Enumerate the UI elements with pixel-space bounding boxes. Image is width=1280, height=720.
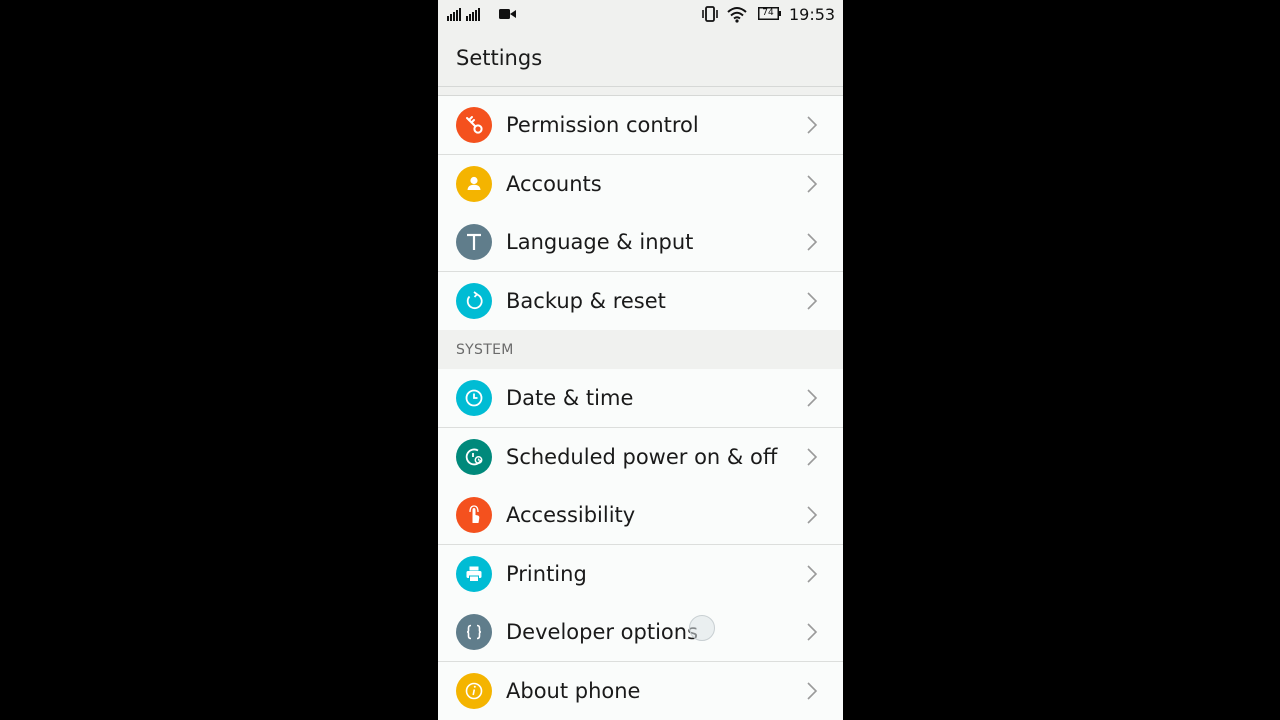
- settings-item-permission-control[interactable]: Permission control: [438, 96, 843, 155]
- status-bar: 74 19:53: [438, 0, 843, 30]
- settings-item-printing[interactable]: Printing: [438, 545, 843, 604]
- settings-item-label: Backup & reset: [506, 289, 666, 313]
- settings-item-developer-options[interactable]: Developer options: [438, 603, 843, 662]
- touch-indicator: [689, 615, 715, 641]
- chevron-right-icon: [807, 116, 818, 134]
- language-icon: [456, 224, 492, 260]
- phone-screen: 74 19:53 Settings Permission control Acc…: [438, 0, 843, 720]
- chevron-right-icon: [807, 175, 818, 193]
- status-time: 19:53: [789, 5, 836, 24]
- scroll-edge-divider: [438, 87, 843, 96]
- battery-icon: 74: [758, 7, 781, 20]
- settings-item-accounts[interactable]: Accounts: [438, 155, 843, 214]
- info-icon: [456, 673, 492, 709]
- scheduled-power-icon: [456, 439, 492, 475]
- video-record-icon: [499, 9, 516, 19]
- chevron-right-icon: [807, 682, 818, 700]
- chevron-right-icon: [807, 233, 818, 251]
- chevron-right-icon: [807, 448, 818, 466]
- settings-item-label: Permission control: [506, 113, 699, 137]
- settings-item-label: About phone: [506, 679, 641, 703]
- chevron-right-icon: [807, 565, 818, 583]
- settings-item-accessibility[interactable]: Accessibility: [438, 486, 843, 545]
- settings-item-label: Language & input: [506, 230, 694, 254]
- accessibility-icon: [456, 497, 492, 533]
- settings-item-label: Accessibility: [506, 503, 636, 527]
- settings-item-about-phone[interactable]: About phone: [438, 662, 843, 720]
- backup-icon: [456, 283, 492, 319]
- wifi-icon: [727, 7, 747, 23]
- developer-icon: [456, 614, 492, 650]
- settings-item-language-input[interactable]: Language & input: [438, 213, 843, 272]
- chevron-right-icon: [807, 292, 818, 310]
- settings-item-label: Accounts: [506, 172, 602, 196]
- chevron-right-icon: [807, 506, 818, 524]
- section-label: SYSTEM: [456, 342, 514, 358]
- app-bar: Settings: [438, 30, 843, 87]
- battery-level: 74: [762, 8, 774, 18]
- account-icon: [456, 166, 492, 202]
- settings-item-label: Scheduled power on & off: [506, 445, 778, 469]
- signal-icon: [447, 8, 480, 21]
- key-icon: [456, 107, 492, 143]
- settings-item-backup-reset[interactable]: Backup & reset: [438, 272, 843, 331]
- settings-item-label: Printing: [506, 562, 587, 586]
- settings-item-scheduled-power[interactable]: Scheduled power on & off: [438, 428, 843, 487]
- printer-icon: [456, 556, 492, 592]
- page-title: Settings: [456, 46, 543, 70]
- settings-item-label: Developer options: [506, 620, 699, 644]
- vibrate-icon: [702, 6, 718, 22]
- settings-item-label: Date & time: [506, 386, 634, 410]
- clock-icon: [456, 380, 492, 416]
- section-header-system: SYSTEM: [438, 330, 843, 369]
- chevron-right-icon: [807, 389, 818, 407]
- settings-item-date-time[interactable]: Date & time: [438, 369, 843, 428]
- chevron-right-icon: [807, 623, 818, 641]
